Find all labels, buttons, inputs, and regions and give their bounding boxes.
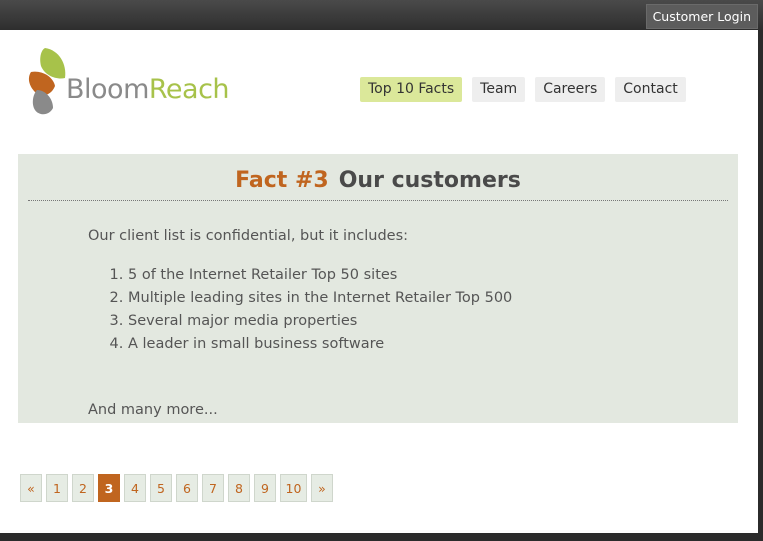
pagination: « 1 2 3 4 5 6 7 8 9 10 » — [20, 474, 333, 502]
list-item: Multiple leading sites in the Internet R… — [128, 287, 512, 310]
logo-wordmark: BloomReach — [66, 74, 230, 105]
fact-panel: Fact #3 Our customers Our client list is … — [18, 154, 738, 423]
intro-text: Our client list is confidential, but it … — [88, 228, 409, 244]
top-bar: Customer Login — [0, 0, 763, 30]
pager-page-7[interactable]: 7 — [202, 474, 224, 502]
pager-next-button[interactable]: » — [311, 474, 333, 502]
main-nav: Top 10 Facts Team Careers Contact — [360, 77, 686, 102]
nav-item-top-10-facts[interactable]: Top 10 Facts — [360, 77, 463, 102]
list-item: A leader in small business software — [128, 333, 512, 356]
pager-page-5[interactable]: 5 — [150, 474, 172, 502]
nav-item-careers[interactable]: Careers — [535, 77, 606, 102]
fact-list: 5 of the Internet Retailer Top 50 sites … — [88, 264, 512, 356]
pager-page-10[interactable]: 10 — [280, 474, 307, 502]
customer-login-button[interactable]: Customer Login — [645, 4, 758, 29]
fact-heading: Fact #3 Our customers — [28, 168, 728, 201]
list-item: 5 of the Internet Retailer Top 50 sites — [128, 264, 512, 287]
page-body: BloomReach Top 10 Facts Team Careers Con… — [0, 30, 758, 533]
nav-item-contact[interactable]: Contact — [615, 77, 686, 102]
butterfly-logo-icon — [28, 48, 66, 115]
pager-page-9[interactable]: 9 — [254, 474, 276, 502]
outro-text: And many more... — [88, 402, 218, 418]
pager-page-4[interactable]: 4 — [124, 474, 146, 502]
logo-text-bloom: Bloom — [66, 74, 149, 105]
pager-page-6[interactable]: 6 — [176, 474, 198, 502]
nav-item-team[interactable]: Team — [472, 77, 526, 102]
pager-page-3-current[interactable]: 3 — [98, 474, 120, 502]
fact-number: Fact #3 — [235, 168, 329, 193]
pager-page-1[interactable]: 1 — [46, 474, 68, 502]
pager-prev-button[interactable]: « — [20, 474, 42, 502]
pager-page-2[interactable]: 2 — [72, 474, 94, 502]
window-edge-bottom — [0, 533, 763, 541]
bloomreach-logo[interactable]: BloomReach — [27, 46, 230, 118]
logo-text-reach: Reach — [148, 74, 230, 105]
list-item: Several major media properties — [128, 310, 512, 333]
pager-page-8[interactable]: 8 — [228, 474, 250, 502]
fact-title: Our customers — [338, 168, 521, 193]
window-edge-right — [758, 30, 763, 541]
